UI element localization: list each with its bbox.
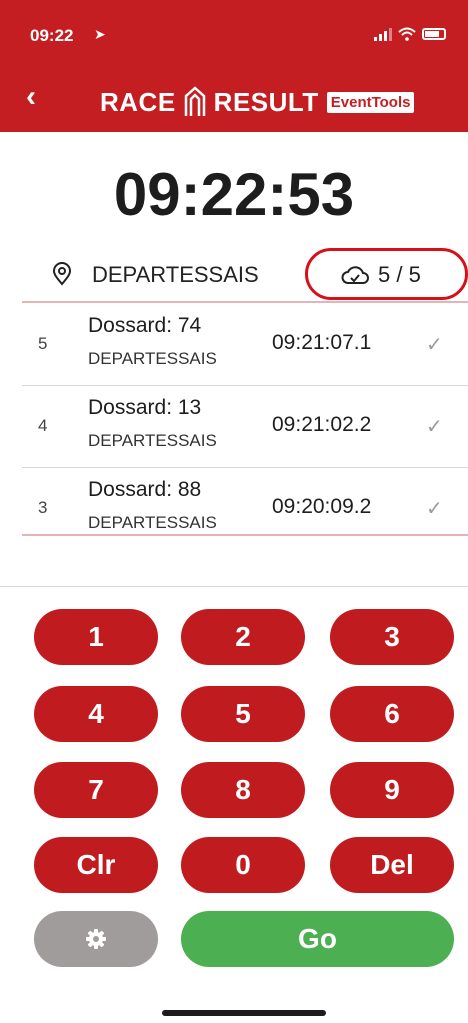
key-0-button[interactable]: 0 — [181, 837, 305, 893]
status-time: 09:22 — [30, 26, 74, 45]
row-number: 3 — [38, 498, 48, 517]
row-time: 09:20:09.2 — [272, 495, 372, 518]
location-divider — [22, 301, 468, 303]
key-8-button[interactable]: 8 — [181, 762, 305, 818]
row-bib: Dossard: 13 — [88, 396, 202, 419]
location-name: DEPARTESSAIS — [92, 262, 259, 287]
result-row[interactable]: 5 Dossard: 74 DEPARTESSAIS 09:21:07.1 ✓ — [22, 304, 468, 386]
key-6-button[interactable]: 6 — [330, 686, 454, 742]
row-time: 09:21:07.1 — [272, 331, 372, 354]
key-4-button[interactable]: 4 — [34, 686, 158, 742]
logo-badge: EventTools — [326, 91, 415, 113]
row-location: DEPARTESSAIS — [88, 431, 217, 450]
check-icon: ✓ — [426, 334, 443, 356]
status-icons — [374, 27, 446, 41]
key-2-button[interactable]: 2 — [181, 609, 305, 665]
logo-race-text: RACE — [100, 86, 176, 117]
row-location: DEPARTESSAIS — [88, 349, 217, 368]
key-5-button[interactable]: 5 — [181, 686, 305, 742]
delete-button[interactable]: Del — [330, 837, 454, 893]
check-icon: ✓ — [426, 416, 443, 438]
key-1-button[interactable]: 1 — [34, 609, 158, 665]
logo-result-text: RESULT — [213, 86, 319, 117]
app-logo: RACE RESULT EventTools — [100, 86, 415, 118]
row-number: 5 — [38, 334, 48, 353]
key-3-button[interactable]: 3 — [330, 609, 454, 665]
back-icon[interactable]: ‹ — [26, 82, 36, 112]
row-time: 09:21:02.2 — [272, 413, 372, 436]
check-icon: ✓ — [426, 498, 443, 520]
current-time-clock: 09:22:53 — [113, 161, 355, 228]
logo-mark-icon — [184, 86, 205, 116]
result-row[interactable]: 4 Dossard: 13 DEPARTESSAIS 09:21:02.2 ✓ — [22, 386, 468, 468]
key-9-button[interactable]: 9 — [330, 762, 454, 818]
list-divider — [22, 534, 468, 536]
app-header: 09:22 ➤ ‹ RACE RESULT EventTools — [0, 0, 468, 132]
sync-count: 5 / 5 — [378, 262, 421, 287]
row-bib: Dossard: 88 — [88, 478, 202, 501]
key-7-button[interactable]: 7 — [34, 762, 158, 818]
location-row[interactable]: DEPARTESSAIS 5 / 5 — [0, 244, 468, 304]
clear-button[interactable]: Clr — [34, 837, 158, 893]
home-indicator — [162, 1010, 326, 1016]
results-list[interactable]: 5 Dossard: 74 DEPARTESSAIS 09:21:07.1 ✓ … — [22, 304, 468, 535]
wifi-icon — [398, 27, 416, 41]
row-number: 4 — [38, 416, 48, 435]
battery-icon — [422, 28, 446, 40]
result-row[interactable]: 3 Dossard: 88 DEPARTESSAIS 09:20:09.2 ✓ — [22, 468, 468, 535]
settings-button[interactable] — [34, 911, 158, 967]
go-button[interactable]: Go — [181, 911, 454, 967]
keypad-divider — [0, 586, 468, 587]
location-arrow-icon: ➤ — [94, 26, 106, 42]
cloud-icon — [341, 266, 369, 284]
gear-icon — [86, 929, 106, 949]
signal-icon — [374, 27, 392, 41]
row-bib: Dossard: 74 — [88, 314, 202, 337]
row-location: DEPARTESSAIS — [88, 513, 217, 532]
location-pin-icon — [52, 262, 72, 286]
